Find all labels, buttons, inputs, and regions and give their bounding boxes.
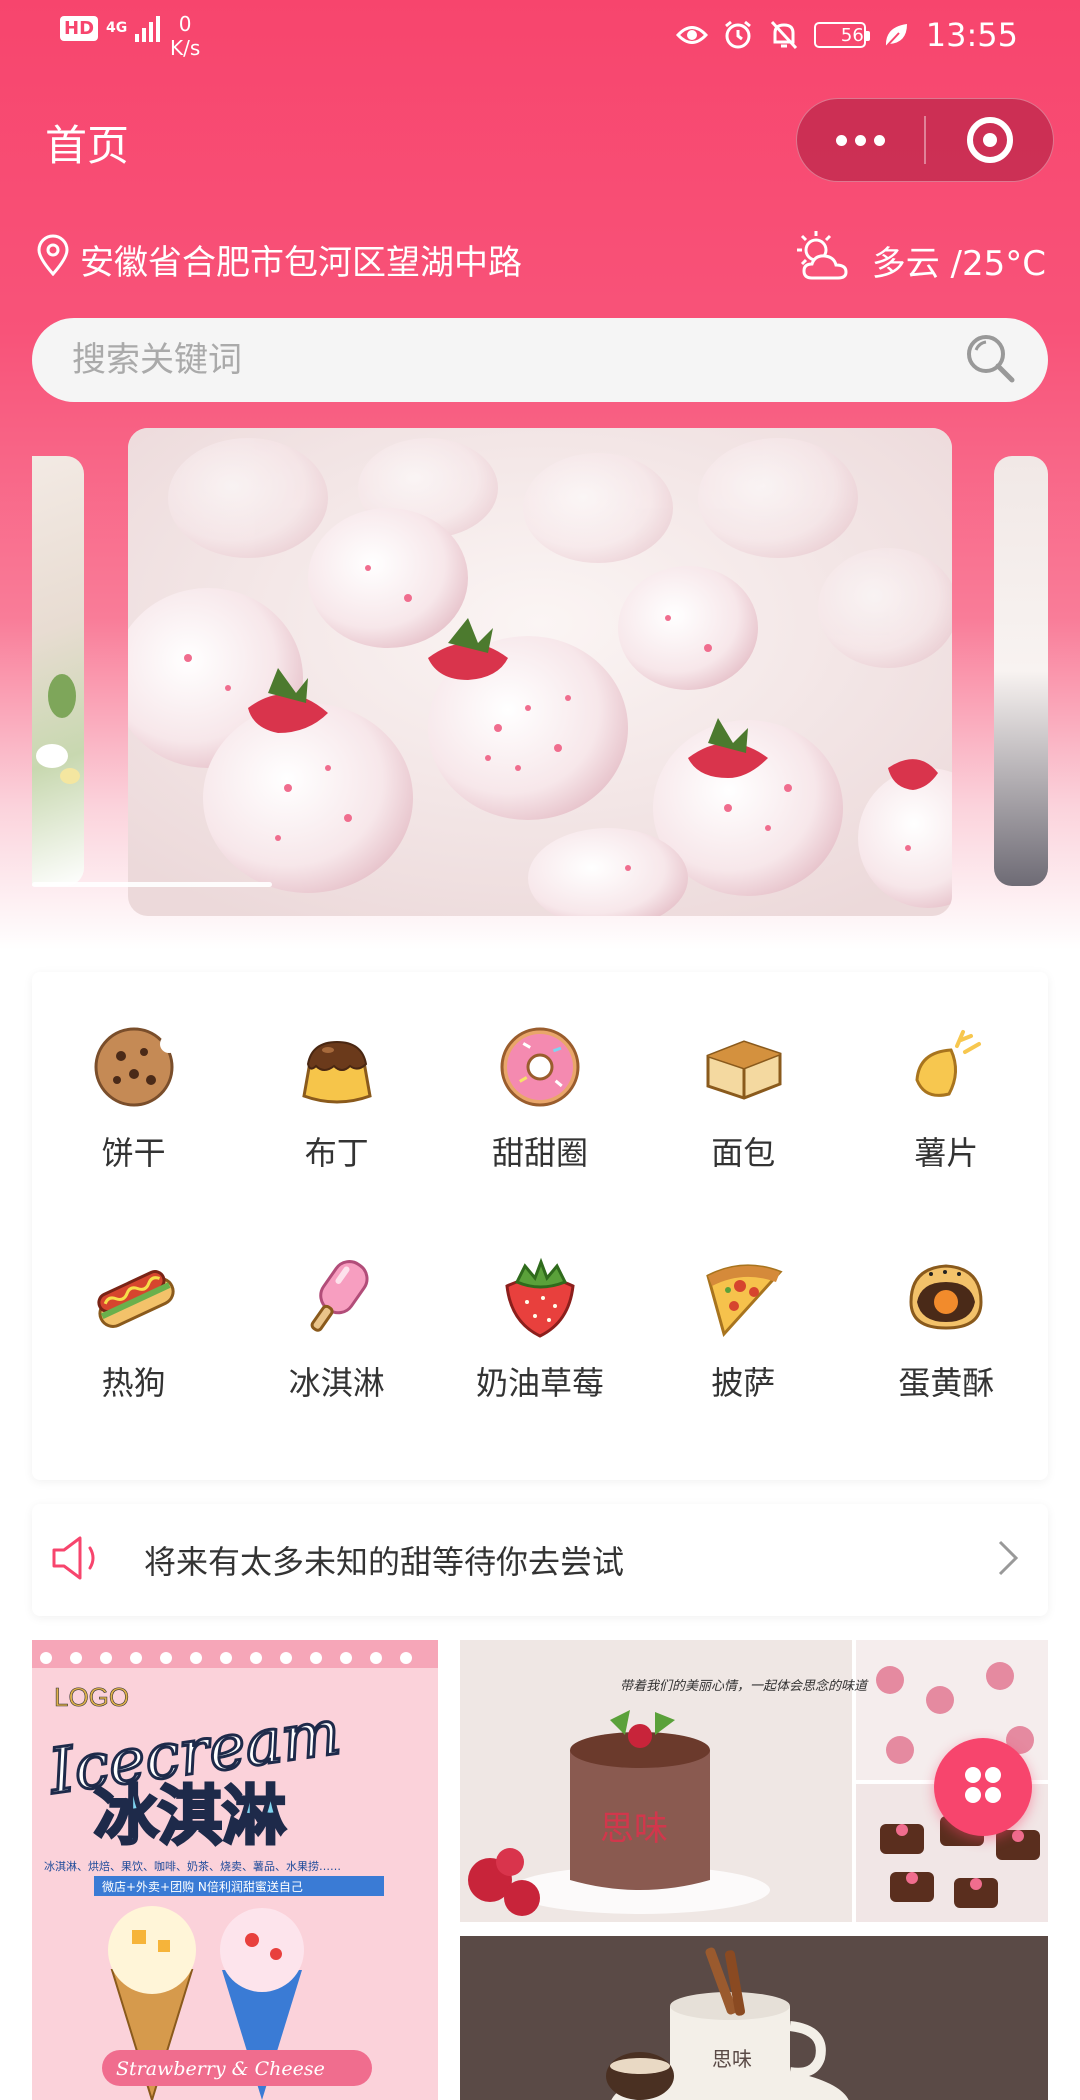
category-label: 热狗: [101, 1364, 166, 1402]
banner-image-strawberries[interactable]: [128, 428, 952, 916]
announcement-bar[interactable]: 将来有太多未知的甜等待你去尝试: [32, 1504, 1048, 1616]
coffee-brand: 思味: [712, 2047, 752, 2071]
category-item[interactable]: 面包: [642, 1000, 845, 1230]
network-speed-unit: K/s: [170, 36, 201, 60]
category-item[interactable]: 布丁: [235, 1000, 438, 1230]
network-speed: 0 K/s: [170, 12, 200, 60]
strawberry-icon: [505, 1257, 575, 1338]
promo-logo: LOGO: [54, 1682, 129, 1712]
promo-flavor: Strawberry & Cheese: [116, 2058, 325, 2080]
category-label: 甜甜圈: [491, 1134, 588, 1172]
clock-time: 13:55: [925, 16, 1018, 54]
promo-product-line: 冰淇淋、烘焙、果饮、咖啡、奶茶、烧卖、薯品、水果捞……: [44, 1859, 341, 1873]
close-mini-program-button[interactable]: [926, 99, 1053, 181]
chevron-right-icon: [996, 1538, 1020, 1582]
category-item[interactable]: 蛋黄酥: [845, 1230, 1048, 1460]
category-label: 冰淇淋: [288, 1364, 385, 1402]
promo-title-cn: 冰淇淋: [94, 1780, 286, 1854]
leaf-icon: [880, 19, 912, 51]
search-input[interactable]: [72, 340, 962, 380]
target-icon: [966, 117, 1013, 163]
category-label: 蛋黄酥: [898, 1364, 995, 1402]
banner-prev-slide[interactable]: [32, 456, 84, 886]
weather-widget: 多云 /25°C: [794, 228, 1046, 293]
more-menu-button[interactable]: [797, 99, 924, 181]
pudding-icon: [302, 1040, 372, 1104]
ice-cream-icon: [310, 1260, 369, 1332]
clover-grid-icon: [961, 1763, 1005, 1811]
category-label: 薯片: [914, 1134, 979, 1172]
location-selector[interactable]: 安徽省合肥市包河区望湖中路: [36, 234, 522, 285]
egg-yolk-pastry-icon: [909, 1264, 983, 1330]
network-type: 4G: [106, 20, 128, 36]
status-right: 56 13:55: [675, 16, 1018, 54]
page-title: 首页: [45, 121, 130, 170]
cake-brand: 思味: [600, 1809, 668, 1849]
category-item[interactable]: 甜甜圈: [438, 1000, 641, 1230]
category-item[interactable]: 冰淇淋: [235, 1230, 438, 1460]
status-left: HD 4G: [60, 14, 161, 42]
partly-cloudy-icon: [794, 228, 854, 293]
status-bar: HD 4G 0 K/s 56 13:55: [0, 0, 1080, 75]
cake-tagline: 带着我们的美丽心情，一起体会思念的味道: [620, 1678, 869, 1694]
floating-menu-button[interactable]: [934, 1738, 1032, 1836]
announcement-text: 将来有太多未知的甜等待你去尝试: [144, 1543, 625, 1581]
category-item[interactable]: 饼干: [32, 1000, 235, 1230]
category-label: 奶油草莓: [475, 1364, 604, 1402]
coffee-promo-tile[interactable]: 思味: [460, 1936, 1048, 2100]
category-label: 面包: [711, 1134, 776, 1172]
banner-next-slide[interactable]: [994, 456, 1048, 886]
battery-icon: 56: [813, 22, 870, 48]
location-address: 安徽省合肥市包河区望湖中路: [80, 243, 522, 283]
category-item[interactable]: 披萨: [642, 1230, 845, 1460]
category-item[interactable]: 热狗: [32, 1230, 235, 1460]
mini-program-capsule: [796, 98, 1054, 182]
search-icon[interactable]: [962, 330, 1018, 390]
search-bar[interactable]: [32, 318, 1048, 402]
cookie-icon: [94, 1027, 178, 1107]
hd-badge: HD: [60, 15, 99, 41]
category-label: 披萨: [711, 1364, 776, 1402]
speaker-icon: [48, 1534, 104, 1586]
location-pin-icon: [36, 234, 70, 285]
banner-indicator: [32, 882, 272, 887]
signal-bars-icon: [135, 14, 161, 42]
category-item[interactable]: 奶油草莓: [438, 1230, 641, 1460]
category-label: 饼干: [101, 1134, 166, 1172]
category-item[interactable]: 薯片: [845, 1000, 1048, 1230]
alarm-icon: [722, 19, 754, 51]
battery-level: 56: [840, 24, 864, 46]
category-grid: 饼干 布丁 甜甜圈 面包 薯片 热狗 冰淇淋 奶油草莓 披萨 蛋黄酥: [32, 972, 1048, 1480]
chips-icon: [915, 1030, 982, 1097]
mute-bell-icon: [768, 19, 800, 51]
promo-subline: 微店+外卖+团购 N倍利润甜蜜送自己: [102, 1879, 303, 1894]
bread-icon: [706, 1040, 782, 1100]
pizza-icon: [706, 1264, 783, 1338]
more-dots-icon: [836, 134, 885, 146]
category-label: 布丁: [304, 1134, 369, 1172]
network-speed-value: 0: [178, 12, 192, 36]
donut-icon: [500, 1027, 580, 1107]
eye-icon: [675, 19, 708, 51]
ice-cream-promo-tile[interactable]: LOGO Icecream 冰淇淋 冰淇淋、烘焙、果饮、咖啡、奶茶、烧卖、薯品、…: [32, 1640, 438, 2100]
weather-text: 多云 /25°C: [871, 244, 1046, 284]
hotdog-icon: [96, 1270, 175, 1328]
